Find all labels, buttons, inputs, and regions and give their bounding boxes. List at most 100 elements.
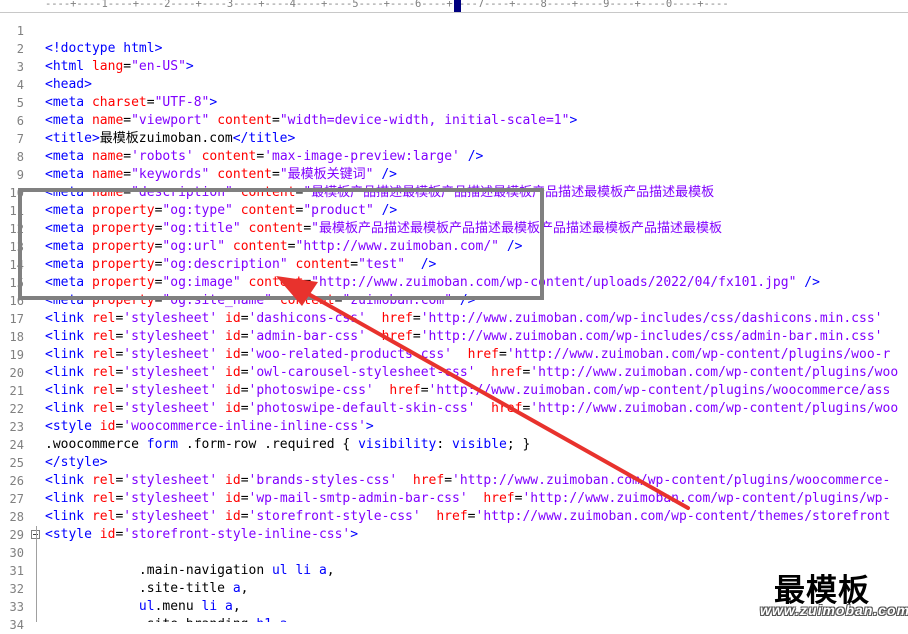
code-token: <link: [45, 401, 92, 416]
code-token: />: [467, 149, 484, 164]
code-line[interactable]: <link rel='stylesheet' id='dashicons-css…: [45, 310, 883, 328]
code-token: href: [467, 347, 499, 362]
code-token: id: [225, 473, 241, 488]
code-token: rel: [91, 311, 116, 326]
code-line[interactable]: <meta charset="UTF-8">: [45, 94, 217, 112]
code-token: <meta: [45, 149, 92, 164]
code-token: 'http://www.zuimoban.com/wp-content/plug…: [522, 491, 891, 506]
code-token: 'owl-carousel-stylesheet-css': [248, 365, 476, 380]
code-token: 'stylesheet': [123, 473, 218, 488]
code-token: href: [412, 473, 445, 488]
code-line[interactable]: <link rel='stylesheet' id='admin-bar-css…: [45, 328, 883, 346]
line-number: 24: [9, 438, 24, 452]
code-line[interactable]: <link rel='stylesheet' id='photoswipe-cs…: [45, 382, 890, 400]
code-token: content: [201, 149, 257, 164]
line-number: 25: [9, 456, 24, 470]
code-editor-area[interactable]: <!doctype html> <html lang="en-US"> <head>…: [45, 0, 908, 622]
code-token: "width=device-width, initial-scale=1": [279, 113, 570, 128]
code-token: =: [240, 401, 249, 416]
code-token: .form-row .required {: [178, 437, 359, 452]
code-token: <head>: [45, 77, 92, 92]
site-watermark-logo: 最模板 www.zuimoban.com: [758, 565, 908, 622]
code-token: =: [123, 113, 132, 128]
code-line[interactable]: <link rel='stylesheet' id='owl-carousel-…: [45, 364, 898, 382]
code-token: <link: [45, 365, 92, 380]
code-line[interactable]: <link rel='stylesheet' id='storefront-st…: [45, 508, 890, 526]
code-line[interactable]: <style id='storefront-style-inline-css'>: [45, 526, 358, 544]
code-line[interactable]: <!doctype html>: [45, 40, 162, 58]
code-token: name: [91, 149, 124, 164]
line-number: 7: [16, 132, 24, 146]
code-line[interactable]: <meta name='robots' content='max-image-p…: [45, 148, 483, 166]
code-line[interactable]: <meta name="keywords" content="最模板关键词" /…: [45, 166, 397, 184]
code-token: 'stylesheet': [123, 329, 218, 344]
code-token: <link: [45, 473, 92, 488]
code-line[interactable]: <link rel='stylesheet' id='woo-related-p…: [45, 346, 890, 364]
code-token: =: [240, 329, 249, 344]
code-token: <link: [45, 383, 92, 398]
code-token: <meta: [45, 95, 92, 110]
code-token: =: [240, 473, 249, 488]
code-token: ul li a: [271, 563, 327, 578]
code-token: ul: [138, 599, 155, 614]
code-token: id: [225, 311, 241, 326]
code-line[interactable]: </style>: [45, 454, 108, 472]
line-number: 34: [9, 618, 24, 632]
line-number: 20: [9, 366, 24, 380]
line-number: 30: [9, 546, 24, 560]
code-token: href: [483, 491, 515, 506]
code-token: 'http://www.zuimoban.com/wp-content/plug…: [452, 473, 891, 488]
code-token: "viewport": [131, 113, 210, 128]
code-line[interactable]: <title>最模板zuimoban.com</title>: [45, 130, 295, 148]
code-token: "keywords": [131, 167, 210, 182]
code-token: 'stylesheet': [123, 401, 218, 416]
code-token: 'stylesheet': [123, 365, 218, 380]
code-token: <!doctype html>: [45, 41, 163, 56]
code-line[interactable]: <head>: [45, 76, 92, 94]
code-token: <link: [45, 491, 92, 506]
code-token: =: [412, 311, 421, 326]
code-token: id: [225, 365, 241, 380]
code-token: rel: [91, 365, 116, 380]
code-token: 'max-image-preview:large': [264, 149, 460, 164]
code-line[interactable]: <style id='woocommerce-inline-inline-css…: [45, 418, 374, 436]
code-line[interactable]: <link rel='stylesheet' id='wp-mail-smtp-…: [45, 490, 890, 508]
code-token: <meta: [45, 167, 92, 182]
line-number: 8: [16, 150, 24, 164]
code-line[interactable]: ul.menu li a,: [45, 598, 241, 616]
code-token: 'brands-styles-css': [248, 473, 398, 488]
code-token: =: [420, 383, 429, 398]
watermark-url: www.zuimoban.com: [760, 602, 908, 618]
code-line[interactable]: <meta name="viewport" content="width=dev…: [45, 112, 577, 130]
code-token: 'stylesheet': [123, 347, 218, 362]
code-token: =: [412, 329, 421, 344]
code-token: =: [272, 167, 280, 182]
code-token: 'woo-related-products-css': [248, 347, 453, 362]
code-line[interactable]: .main-navigation ul li a,: [45, 562, 335, 580]
code-token: 'stylesheet': [123, 491, 218, 506]
code-token: 'admin-bar-css': [248, 329, 366, 344]
code-token: rel: [91, 473, 116, 488]
line-number: 9: [16, 168, 24, 182]
code-line[interactable]: <link rel='stylesheet' id='photoswipe-de…: [45, 400, 898, 418]
code-token: 'dashicons-css': [248, 311, 366, 326]
code-line[interactable]: .woocommerce form .form-row .required { …: [45, 436, 530, 454]
code-token: content: [217, 167, 273, 182]
code-line[interactable]: <html lang="en-US">: [45, 58, 194, 76]
code-line[interactable]: <link rel='stylesheet' id='brands-styles…: [45, 472, 890, 490]
code-token: id: [225, 383, 241, 398]
code-line[interactable]: .site-title a,: [45, 580, 249, 598]
code-line[interactable]: .site-branding h1 a,: [45, 616, 296, 622]
line-number: 32: [9, 582, 24, 596]
